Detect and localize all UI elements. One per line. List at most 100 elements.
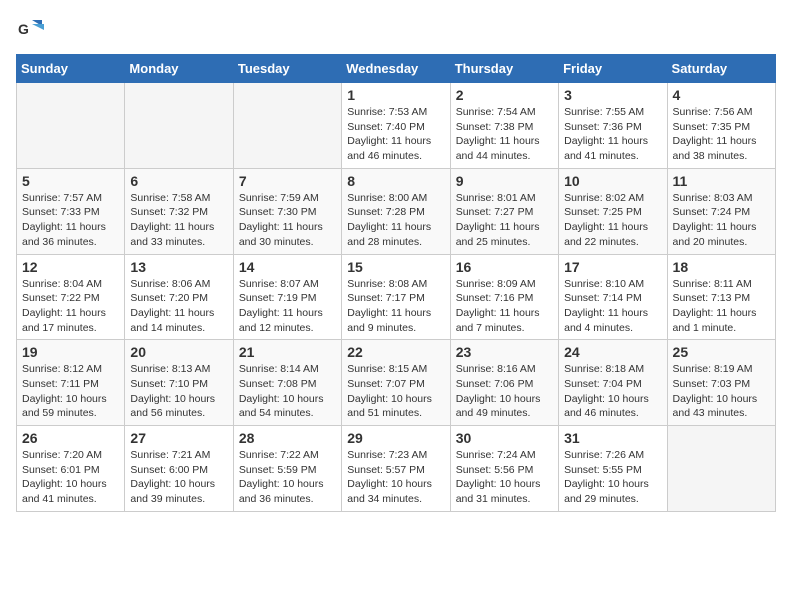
day-info: Sunrise: 8:06 AM Sunset: 7:20 PM Dayligh… (130, 277, 227, 336)
svg-text:G: G (18, 21, 29, 37)
day-number: 19 (22, 344, 119, 360)
calendar-cell: 23 Sunrise: 8:16 AM Sunset: 7:06 PM Dayli… (450, 340, 558, 426)
calendar-cell: 21Sunrise: 8:14 AM Sunset: 7:08 PM Dayli… (233, 340, 341, 426)
day-number: 17 (564, 259, 661, 275)
day-number: 18 (673, 259, 770, 275)
calendar-cell: 15Sunrise: 8:08 AM Sunset: 7:17 PM Dayli… (342, 254, 450, 340)
header-thursday: Thursday (450, 55, 558, 83)
day-number: 28 (239, 430, 336, 446)
calendar-cell: 1 Sunrise: 7:53 AM Sunset: 7:40 PM Daylig… (342, 83, 450, 169)
calendar-cell: 27 Sunrise: 7:21 AM Sunset: 6:00 PM Dayli… (125, 426, 233, 512)
day-number: 6 (130, 173, 227, 189)
day-number: 25 (673, 344, 770, 360)
day-number: 13 (130, 259, 227, 275)
day-info: Sunrise: 7:54 AM Sunset: 7:38 PM Dayligh… (456, 105, 553, 164)
calendar-cell: 29Sunrise: 7:23 AM Sunset: 5:57 PM Dayli… (342, 426, 450, 512)
day-number: 2 (456, 87, 553, 103)
calendar-cell: 20 Sunrise: 8:13 AM Sunset: 7:10 PM Dayli… (125, 340, 233, 426)
calendar-cell: 19 Sunrise: 8:12 AM Sunset: 7:11 PM Dayli… (17, 340, 125, 426)
day-info: Sunrise: 8:15 AM Sunset: 7:07 PM Dayligh… (347, 362, 444, 421)
calendar-cell: 16Sunrise: 8:09 AM Sunset: 7:16 PM Dayli… (450, 254, 558, 340)
header-wednesday: Wednesday (342, 55, 450, 83)
day-number: 10 (564, 173, 661, 189)
calendar-cell: 6 Sunrise: 7:58 AM Sunset: 7:32 PM Daylig… (125, 168, 233, 254)
day-number: 23 (456, 344, 553, 360)
calendar-cell: 7 Sunrise: 7:59 AM Sunset: 7:30 PM Daylig… (233, 168, 341, 254)
day-info: Sunrise: 7:59 AM Sunset: 7:30 PM Dayligh… (239, 191, 336, 250)
day-info: Sunrise: 8:12 AM Sunset: 7:11 PM Dayligh… (22, 362, 119, 421)
day-info: Sunrise: 7:55 AM Sunset: 7:36 PM Dayligh… (564, 105, 661, 164)
logo-icon: G (16, 16, 44, 44)
calendar-cell (667, 426, 775, 512)
day-info: Sunrise: 7:21 AM Sunset: 6:00 PM Dayligh… (130, 448, 227, 507)
calendar-cell (233, 83, 341, 169)
day-info: Sunrise: 8:03 AM Sunset: 7:24 PM Dayligh… (673, 191, 770, 250)
day-number: 30 (456, 430, 553, 446)
calendar: SundayMondayTuesdayWednesdayThursdayFrid… (16, 54, 776, 512)
day-info: Sunrise: 7:57 AM Sunset: 7:33 PM Dayligh… (22, 191, 119, 250)
day-number: 4 (673, 87, 770, 103)
day-number: 20 (130, 344, 227, 360)
calendar-cell: 26 Sunrise: 7:20 AM Sunset: 6:01 PM Dayli… (17, 426, 125, 512)
day-info: Sunrise: 7:22 AM Sunset: 5:59 PM Dayligh… (239, 448, 336, 507)
calendar-week-1: 1 Sunrise: 7:53 AM Sunset: 7:40 PM Daylig… (17, 83, 776, 169)
calendar-cell: 3 Sunrise: 7:55 AM Sunset: 7:36 PM Daylig… (559, 83, 667, 169)
day-info: Sunrise: 7:58 AM Sunset: 7:32 PM Dayligh… (130, 191, 227, 250)
day-info: Sunrise: 8:07 AM Sunset: 7:19 PM Dayligh… (239, 277, 336, 336)
calendar-cell: 18 Sunrise: 8:11 AM Sunset: 7:13 PM Dayli… (667, 254, 775, 340)
calendar-cell: 14 Sunrise: 8:07 AM Sunset: 7:19 PM Dayli… (233, 254, 341, 340)
calendar-week-2: 5 Sunrise: 7:57 AM Sunset: 7:33 PM Daylig… (17, 168, 776, 254)
day-number: 21 (239, 344, 336, 360)
day-number: 26 (22, 430, 119, 446)
day-info: Sunrise: 8:11 AM Sunset: 7:13 PM Dayligh… (673, 277, 770, 336)
day-number: 14 (239, 259, 336, 275)
day-number: 12 (22, 259, 119, 275)
day-info: Sunrise: 7:24 AM Sunset: 5:56 PM Dayligh… (456, 448, 553, 507)
header-saturday: Saturday (667, 55, 775, 83)
calendar-cell: 22 Sunrise: 8:15 AM Sunset: 7:07 PM Dayli… (342, 340, 450, 426)
calendar-cell: 2 Sunrise: 7:54 AM Sunset: 7:38 PM Daylig… (450, 83, 558, 169)
day-number: 1 (347, 87, 444, 103)
day-info: Sunrise: 7:20 AM Sunset: 6:01 PM Dayligh… (22, 448, 119, 507)
day-number: 7 (239, 173, 336, 189)
day-number: 11 (673, 173, 770, 189)
calendar-cell: 28 Sunrise: 7:22 AM Sunset: 5:59 PM Dayli… (233, 426, 341, 512)
logo: G (16, 16, 48, 44)
calendar-cell (125, 83, 233, 169)
day-info: Sunrise: 8:18 AM Sunset: 7:04 PM Dayligh… (564, 362, 661, 421)
calendar-cell: 31 Sunrise: 7:26 AM Sunset: 5:55 PM Dayli… (559, 426, 667, 512)
day-info: Sunrise: 8:09 AM Sunset: 7:16 PM Dayligh… (456, 277, 553, 336)
calendar-cell: 9 Sunrise: 8:01 AM Sunset: 7:27 PM Daylig… (450, 168, 558, 254)
calendar-cell: 13 Sunrise: 8:06 AM Sunset: 7:20 PM Dayli… (125, 254, 233, 340)
day-number: 31 (564, 430, 661, 446)
calendar-cell: 4Sunrise: 7:56 AM Sunset: 7:35 PM Daylig… (667, 83, 775, 169)
day-number: 9 (456, 173, 553, 189)
day-number: 22 (347, 344, 444, 360)
day-info: Sunrise: 7:26 AM Sunset: 5:55 PM Dayligh… (564, 448, 661, 507)
header-friday: Friday (559, 55, 667, 83)
calendar-cell: 24Sunrise: 8:18 AM Sunset: 7:04 PM Dayli… (559, 340, 667, 426)
calendar-cell: 10Sunrise: 8:02 AM Sunset: 7:25 PM Dayli… (559, 168, 667, 254)
day-number: 3 (564, 87, 661, 103)
day-info: Sunrise: 7:53 AM Sunset: 7:40 PM Dayligh… (347, 105, 444, 164)
header-monday: Monday (125, 55, 233, 83)
calendar-cell: 11 Sunrise: 8:03 AM Sunset: 7:24 PM Dayli… (667, 168, 775, 254)
day-info: Sunrise: 8:13 AM Sunset: 7:10 PM Dayligh… (130, 362, 227, 421)
calendar-cell: 30 Sunrise: 7:24 AM Sunset: 5:56 PM Dayli… (450, 426, 558, 512)
day-info: Sunrise: 8:16 AM Sunset: 7:06 PM Dayligh… (456, 362, 553, 421)
day-info: Sunrise: 8:04 AM Sunset: 7:22 PM Dayligh… (22, 277, 119, 336)
calendar-cell: 25 Sunrise: 8:19 AM Sunset: 7:03 PM Dayli… (667, 340, 775, 426)
day-number: 29 (347, 430, 444, 446)
calendar-week-4: 19 Sunrise: 8:12 AM Sunset: 7:11 PM Dayli… (17, 340, 776, 426)
calendar-cell (17, 83, 125, 169)
day-number: 5 (22, 173, 119, 189)
day-number: 8 (347, 173, 444, 189)
day-info: Sunrise: 8:01 AM Sunset: 7:27 PM Dayligh… (456, 191, 553, 250)
calendar-cell: 17Sunrise: 8:10 AM Sunset: 7:14 PM Dayli… (559, 254, 667, 340)
calendar-week-3: 12 Sunrise: 8:04 AM Sunset: 7:22 PM Dayli… (17, 254, 776, 340)
calendar-week-5: 26 Sunrise: 7:20 AM Sunset: 6:01 PM Dayli… (17, 426, 776, 512)
day-info: Sunrise: 8:19 AM Sunset: 7:03 PM Dayligh… (673, 362, 770, 421)
header: G (16, 16, 776, 44)
day-number: 27 (130, 430, 227, 446)
header-sunday: Sunday (17, 55, 125, 83)
